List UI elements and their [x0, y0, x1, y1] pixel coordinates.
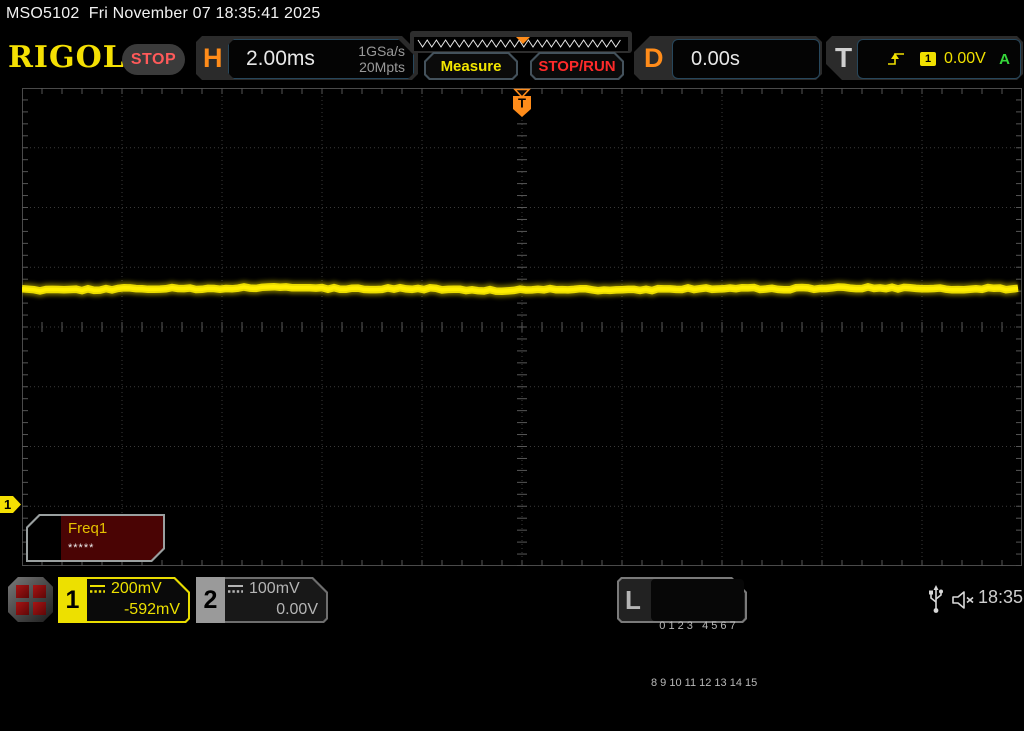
measurement-item-freq1[interactable]: Freq1 *****: [26, 514, 165, 562]
dc-coupling-icon: [89, 584, 106, 594]
status-clock: 18:35: [978, 587, 1023, 608]
horizontal-readout: 2.00ms 1GSa/s 20Mpts: [228, 39, 414, 79]
delay-readout: 0.00s: [672, 39, 820, 79]
main-menu-grid-button[interactable]: [8, 577, 53, 622]
trigger-readout: 1 0.00V A: [857, 39, 1021, 79]
sample-rate-memory-depth: 1GSa/s 20Mpts: [358, 43, 405, 75]
measurement-label: Freq1: [68, 520, 107, 537]
trigger-position-marker[interactable]: T: [513, 90, 531, 118]
sample-rate: 1GSa/s: [358, 43, 405, 59]
delay-value: 0.00s: [691, 40, 740, 78]
logic-badge-letter: L: [617, 577, 649, 623]
stop-run-button[interactable]: STOP/RUN: [530, 52, 624, 80]
channel1-level-marker[interactable]: 1: [0, 496, 21, 513]
stop-run-button-label: STOP/RUN: [532, 54, 622, 78]
graticule: T: [22, 88, 1022, 566]
channel1-waveform-trace: [22, 287, 1018, 292]
speaker-muted-icon: [950, 589, 976, 611]
logic-channels-badge[interactable]: L 0 1 2 3 4 5 6 7 8 9 10 11 12 13 14 15: [617, 577, 747, 623]
grid-lines: [22, 88, 1022, 566]
channel1-scale: 200mV: [111, 578, 162, 599]
channel2-scale: 100mV: [249, 578, 300, 599]
measurement-value: *****: [68, 542, 94, 554]
logic-channels-row1: 0 1 2 3 4 5 6 7: [651, 617, 744, 636]
channel2-number: 2: [196, 577, 225, 623]
menu-grid-icon: [16, 585, 29, 598]
trigger-source-badge: 1: [920, 52, 936, 66]
waveform-preview-strip[interactable]: [410, 31, 632, 53]
delay-label: D: [644, 36, 664, 80]
trigger-label: T: [835, 36, 852, 80]
logic-channels-row2: 8 9 10 11 12 13 14 15: [651, 674, 744, 693]
delay-panel[interactable]: D 0.00s: [634, 36, 822, 80]
channel2-badge[interactable]: 2 100mV 0.00V: [196, 577, 328, 623]
horizontal-settings-panel[interactable]: H 2.00ms 1GSa/s 20Mpts: [196, 36, 418, 80]
dc-coupling-icon: [227, 584, 244, 594]
rigol-logo: RIGOL: [8, 40, 125, 75]
channel1-badge[interactable]: 1 200mV -592mV: [58, 577, 190, 623]
trigger-level-value: 0.00V: [944, 50, 986, 68]
trigger-panel[interactable]: T 1 0.00V A: [826, 36, 1023, 80]
channel2-offset: 0.00V: [227, 599, 322, 620]
timebase-value: 2.00ms: [246, 40, 315, 78]
acquisition-status-badge: STOP: [122, 44, 185, 75]
rising-edge-trigger-icon: [886, 50, 906, 68]
channel1-offset: -592mV: [89, 599, 184, 620]
usb-icon: [928, 585, 944, 615]
horizontal-label: H: [203, 36, 223, 80]
measure-button[interactable]: Measure: [424, 52, 518, 80]
memory-depth: 20Mpts: [358, 59, 405, 75]
trigger-sweep-mode: A: [999, 51, 1010, 68]
preview-waveform-icon: [410, 31, 632, 53]
trigger-marker-letter: T: [518, 96, 526, 111]
channel1-number: 1: [58, 577, 87, 623]
device-title-and-datetime: MSO5102 Fri November 07 18:35:41 2025: [6, 5, 320, 23]
measure-button-label: Measure: [426, 54, 516, 78]
